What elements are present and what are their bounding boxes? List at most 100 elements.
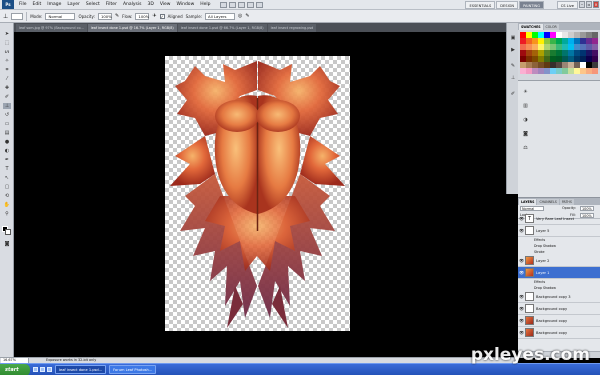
menu-view[interactable]: View xyxy=(157,0,174,10)
menu-filter[interactable]: Filter xyxy=(103,0,120,10)
brightness-icon[interactable]: ☀ xyxy=(522,89,529,96)
visibility-eye-icon[interactable]: 👁 xyxy=(518,294,525,299)
layer-row[interactable]: 👁 Layer 1 xyxy=(518,267,600,279)
layer-row[interactable]: 👁 Background copy 3 xyxy=(518,291,600,303)
lasso-tool-icon[interactable]: ᔕ xyxy=(3,49,11,55)
start-button[interactable]: start xyxy=(0,363,30,375)
ignore-adjustment-layers-icon[interactable]: ◎ xyxy=(238,13,242,19)
document-canvas[interactable] xyxy=(165,56,350,331)
restore-icon[interactable]: ▫ xyxy=(586,1,592,8)
menu-layer[interactable]: Layer xyxy=(64,0,83,10)
history-panel-icon[interactable]: ▣ xyxy=(509,35,517,42)
taskbar-button-browser[interactable]: Forum Leaf Photosh... xyxy=(109,365,157,374)
3d-rotate-tool-icon[interactable]: ⟲ xyxy=(3,193,11,199)
type-tool-icon[interactable]: T xyxy=(3,166,11,172)
tool-presets-panel-icon[interactable]: ✐ xyxy=(509,91,517,98)
menu-file[interactable]: File xyxy=(16,0,30,10)
document-tab[interactable]: leaf insect regrowing.psd xyxy=(267,24,317,32)
quick-launch-icon[interactable] xyxy=(33,367,38,372)
eraser-tool-icon[interactable]: ▭ xyxy=(3,121,11,127)
minimize-icon[interactable]: – xyxy=(579,1,585,8)
layer-row[interactable]: 👁 T Very Rare Leaf Insect xyxy=(518,213,600,225)
arrange-documents-icon[interactable] xyxy=(246,1,254,8)
blend-mode-select[interactable]: Normal xyxy=(520,206,544,211)
pressure-size-icon[interactable]: ✎ xyxy=(245,13,249,19)
brush-tool-icon[interactable]: ✐ xyxy=(3,94,11,100)
layer-row[interactable]: 👁 Layer 2 xyxy=(518,255,600,267)
quick-mask-icon[interactable]: ◙ xyxy=(3,241,11,247)
menu-help[interactable]: Help xyxy=(197,0,213,10)
shape-tool-icon[interactable]: ▢ xyxy=(3,184,11,190)
mask-icon[interactable]: ◙ xyxy=(522,131,529,138)
launch-mini-bridge-icon[interactable] xyxy=(228,1,236,8)
brush-preset-picker[interactable] xyxy=(11,12,24,20)
mode-select[interactable]: Normal xyxy=(45,12,76,20)
brush-panel-icon[interactable]: ✎ xyxy=(509,63,517,70)
quick-launch-icon[interactable] xyxy=(47,367,52,372)
menu-image[interactable]: Image xyxy=(44,0,64,10)
menu-3d[interactable]: 3D xyxy=(144,0,156,10)
zoom-level-icon[interactable] xyxy=(237,1,245,8)
healing-brush-tool-icon[interactable]: ✚ xyxy=(3,85,11,91)
taskbar-button-photoshop[interactable]: leaf insect done 1.psd... xyxy=(55,365,107,374)
document-tab[interactable]: leaf som.jpg @ 97% (Background co... xyxy=(16,24,87,32)
layer-row[interactable]: 👁 Background copy xyxy=(518,303,600,315)
visibility-eye-icon[interactable]: 👁 xyxy=(518,270,525,275)
layer-row[interactable]: 👁 Layer 5 xyxy=(518,225,600,237)
visibility-eye-icon[interactable]: 👁 xyxy=(518,330,525,335)
workspace-painting[interactable]: PAINTING xyxy=(519,1,544,9)
eyedropper-tool-icon[interactable]: ⁄ xyxy=(3,76,11,82)
hand-tool-icon[interactable]: ✋ xyxy=(3,202,11,208)
visibility-eye-icon[interactable]: 👁 xyxy=(518,258,525,263)
launch-bridge-icon[interactable] xyxy=(219,1,227,8)
move-tool-icon[interactable]: ➤ xyxy=(3,31,11,37)
close-icon[interactable]: × xyxy=(593,1,599,8)
screen-mode-icon[interactable] xyxy=(255,1,263,8)
path-selection-tool-icon[interactable]: ↖ xyxy=(3,175,11,181)
opacity-input[interactable]: 100% xyxy=(97,12,112,20)
clone-source-panel-icon[interactable]: ⊥ xyxy=(509,75,517,82)
visibility-eye-icon[interactable]: 👁 xyxy=(518,318,525,323)
pressure-opacity-icon[interactable]: ✎ xyxy=(115,13,119,19)
tab-color[interactable]: COLOR xyxy=(543,24,559,30)
zoom-tool-icon[interactable]: ⚲ xyxy=(3,211,11,217)
quick-launch-icon[interactable] xyxy=(40,367,45,372)
marquee-tool-icon[interactable]: ⬚ xyxy=(3,40,11,46)
actions-panel-icon[interactable]: ▶ xyxy=(509,47,517,54)
workspace-design[interactable]: DESIGN xyxy=(496,1,519,9)
layer-row[interactable]: 👁 Background copy xyxy=(518,327,600,339)
blur-tool-icon[interactable]: ● xyxy=(3,139,11,145)
menu-analysis[interactable]: Analysis xyxy=(120,0,145,10)
tab-swatches[interactable]: SWATCHES xyxy=(519,24,543,30)
color-swatch[interactable] xyxy=(592,68,598,74)
menu-window[interactable]: Window xyxy=(174,0,198,10)
gradient-tool-icon[interactable]: ▤ xyxy=(3,130,11,136)
document-tab-active[interactable]: leaf insect done 1.psd @ 16.7% (Layer 1,… xyxy=(87,24,177,32)
aligned-checkbox[interactable]: ✓ xyxy=(159,13,165,19)
visibility-eye-icon[interactable]: 👁 xyxy=(518,306,525,311)
cs-live-button[interactable]: CS Live xyxy=(556,1,578,9)
visibility-eye-icon[interactable]: 👁 xyxy=(518,228,525,233)
crop-tool-icon[interactable]: ⌗ xyxy=(3,67,11,73)
layer-row[interactable]: 👁 Background copy xyxy=(518,315,600,327)
menu-select[interactable]: Select xyxy=(83,0,103,10)
hue-saturation-icon[interactable]: ◑ xyxy=(522,117,529,124)
quick-select-tool-icon[interactable]: ✧ xyxy=(3,58,11,64)
workspace-essentials[interactable]: ESSENTIALS xyxy=(465,1,496,9)
airbrush-icon[interactable]: ✈ xyxy=(152,13,156,19)
document-tab[interactable]: leaf insect done 1.psd @ 66.7% (Layer 1,… xyxy=(177,24,267,32)
dodge-tool-icon[interactable]: ◐ xyxy=(3,148,11,154)
pen-tool-icon[interactable]: ✒ xyxy=(3,157,11,163)
layer-opacity-input[interactable]: 100% xyxy=(580,206,594,211)
background-color-swatch[interactable] xyxy=(5,229,11,235)
flow-input[interactable]: 100% xyxy=(135,12,150,20)
clone-stamp-tool-icon[interactable]: ⊥ xyxy=(3,13,8,20)
sample-select[interactable]: All Layers xyxy=(205,12,236,20)
clone-stamp-tool-icon[interactable]: ⊥ xyxy=(3,103,11,109)
visibility-eye-icon[interactable]: 👁 xyxy=(518,216,525,221)
levels-icon[interactable]: ▥ xyxy=(522,103,529,110)
menu-edit[interactable]: Edit xyxy=(30,0,45,10)
canvas-area[interactable] xyxy=(15,32,516,357)
history-brush-tool-icon[interactable]: ↺ xyxy=(3,112,11,118)
color-balance-icon[interactable]: ⚖ xyxy=(522,145,529,152)
